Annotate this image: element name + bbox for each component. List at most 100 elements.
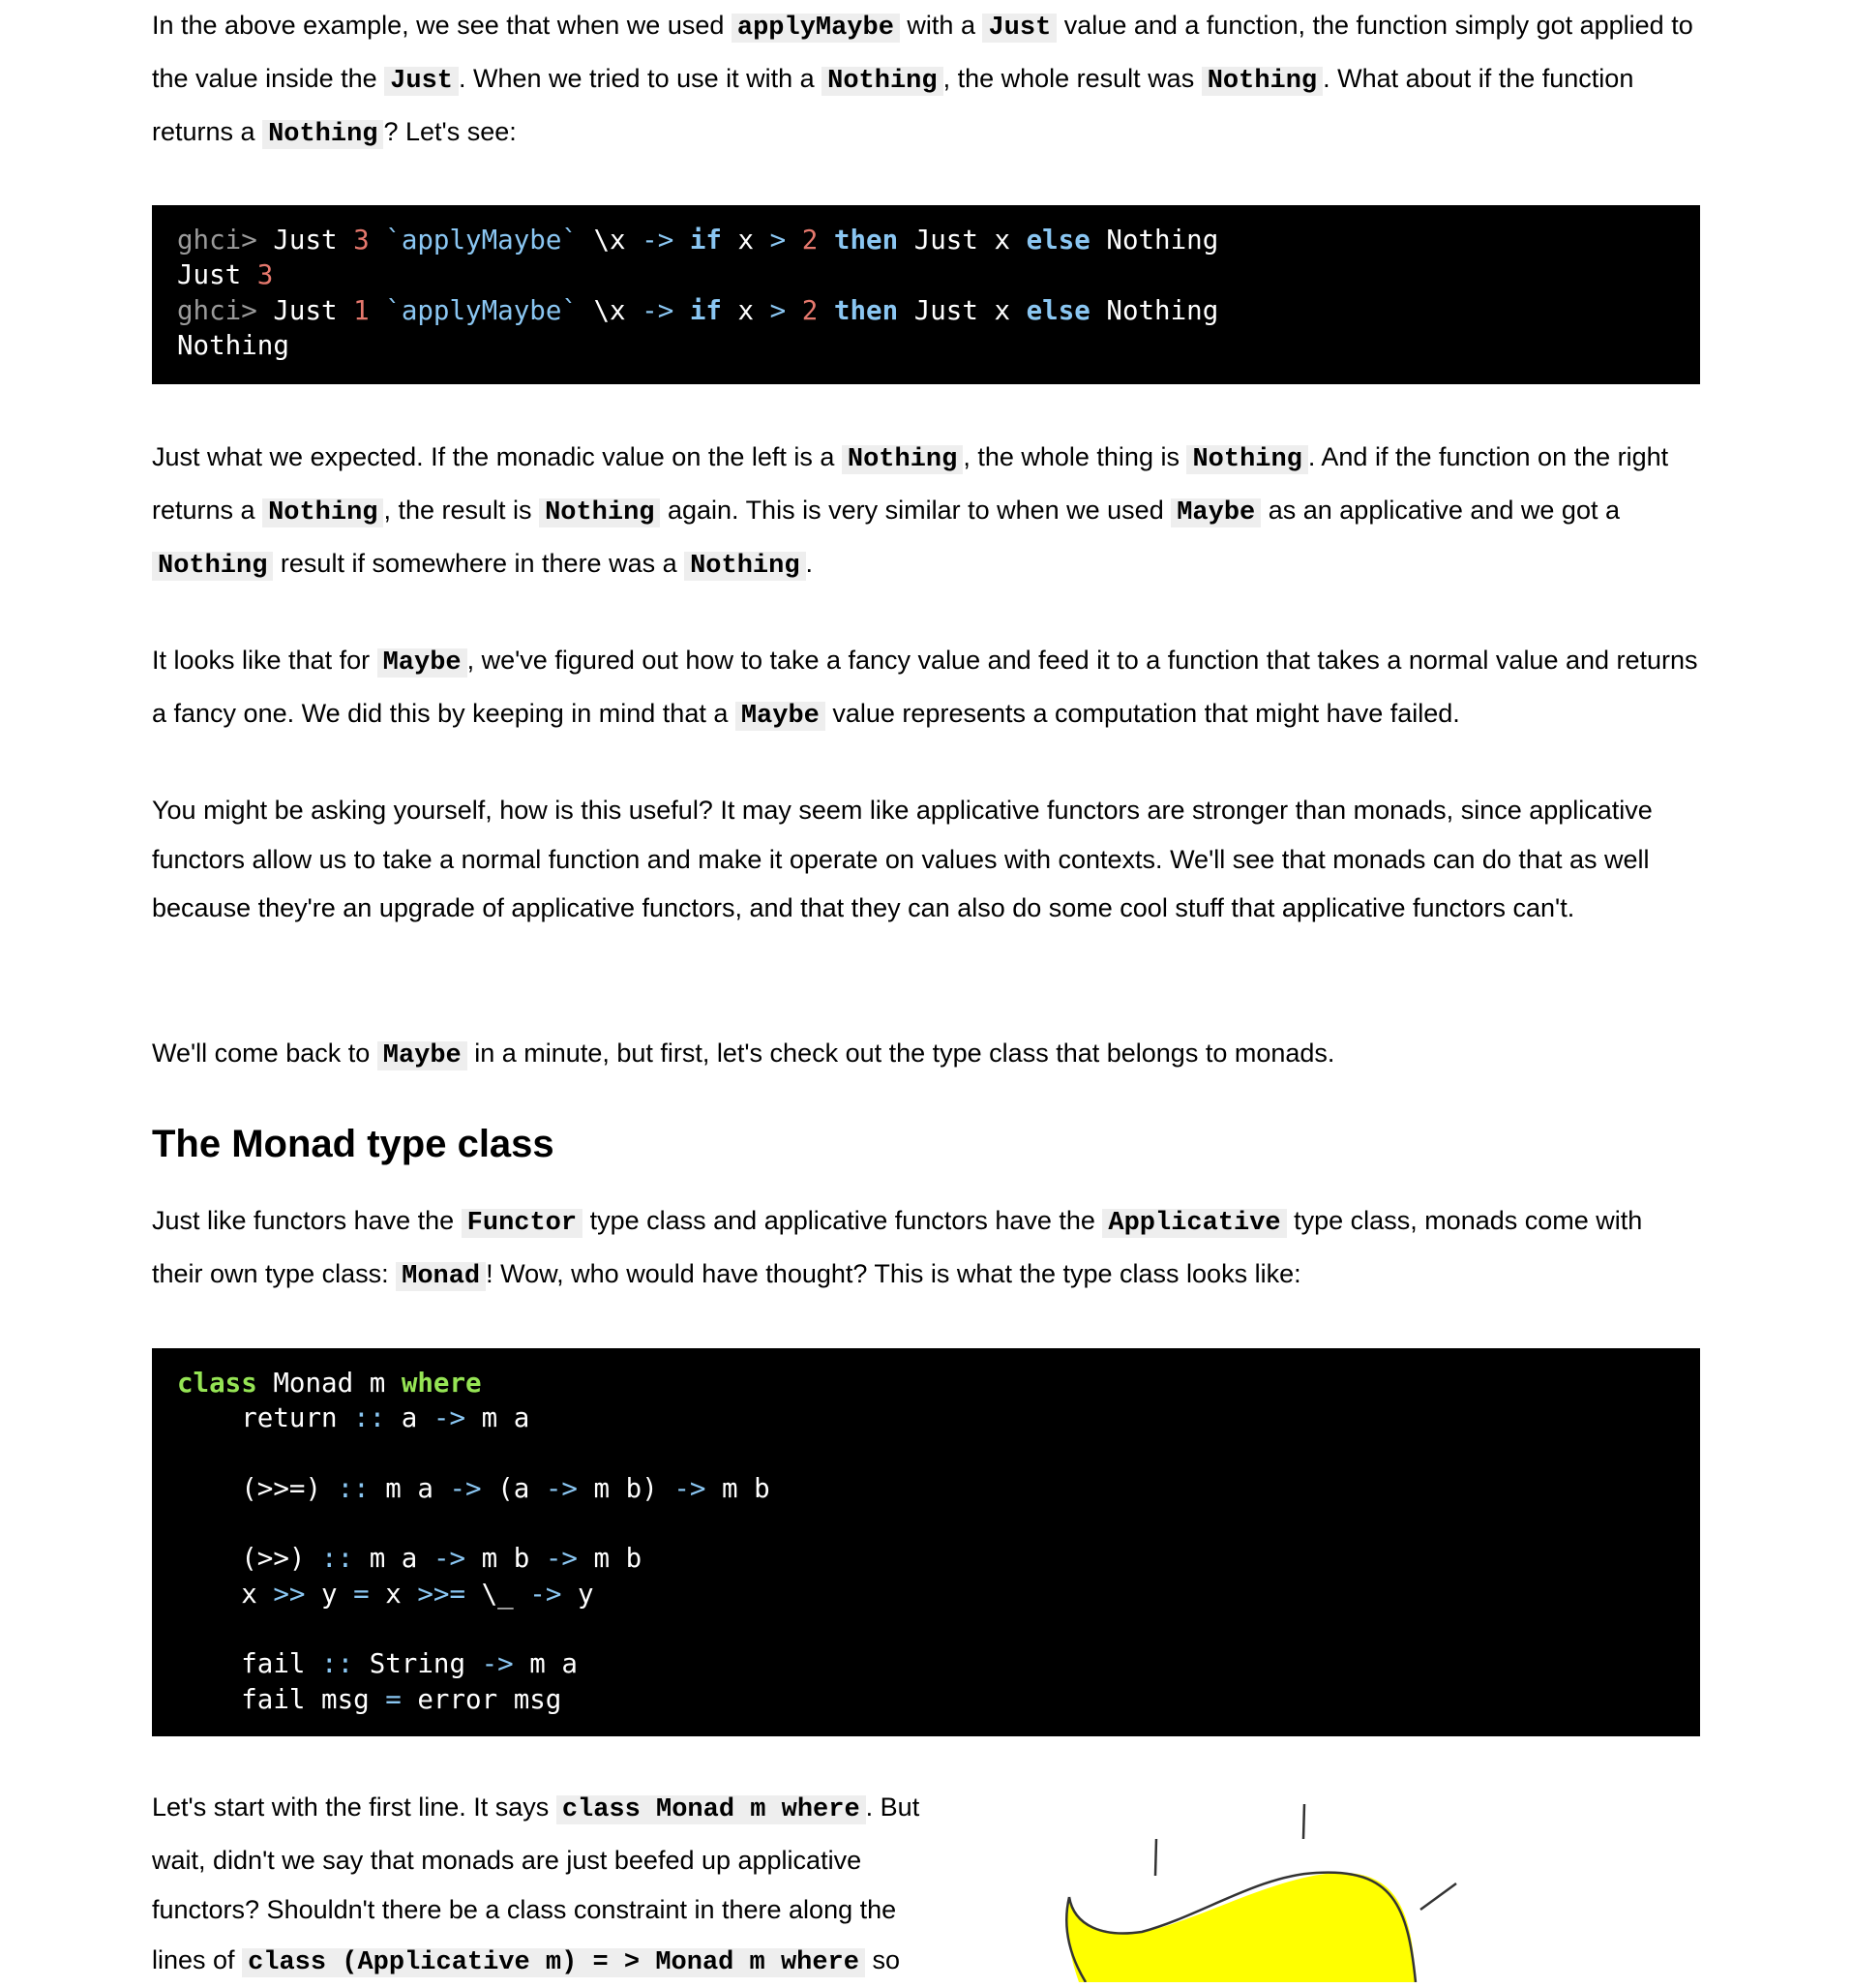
code-token-txt: Nothing bbox=[177, 329, 289, 361]
text-run: , the whole thing is bbox=[963, 442, 1187, 471]
code-token-num: 3 bbox=[256, 259, 274, 291]
code-line: ghci> Just 1 `applyMaybe` \x -> if x > 2… bbox=[177, 293, 1675, 328]
inline-code: applyMaybe bbox=[731, 14, 900, 43]
code-token-prompt: ghci> bbox=[177, 294, 274, 326]
text-run: as an applicative and we got a bbox=[1261, 496, 1620, 525]
code-token-txt: m b bbox=[577, 1543, 642, 1575]
code-token-op: = bbox=[385, 1683, 402, 1715]
text-run: value represents a computation that migh… bbox=[824, 699, 1460, 728]
motion-line bbox=[1419, 1882, 1457, 1912]
code-token-op: >>= bbox=[417, 1578, 466, 1610]
inline-code: Applicative bbox=[1102, 1209, 1287, 1238]
paragraph: In the above example, we see that when w… bbox=[152, 0, 1700, 160]
code-token-txt: \_ bbox=[465, 1578, 530, 1610]
code-line: ghci> Just 3 `applyMaybe` \x -> if x > 2… bbox=[177, 223, 1675, 257]
code-token-kw: then bbox=[833, 225, 899, 256]
text-run: Let's start with the first line. It says bbox=[152, 1792, 556, 1822]
code-token-txt: return bbox=[177, 1402, 354, 1434]
code-token-fn: `applyMaybe` bbox=[369, 294, 594, 326]
code-token-kw: else bbox=[1026, 225, 1090, 256]
code-block-applymaybe: ghci> Just 3 `applyMaybe` \x -> if x > 2… bbox=[152, 205, 1700, 384]
code-line: x >> y = x >>= \_ -> y bbox=[177, 1577, 1675, 1611]
paragraph: Just like functors have the Functor type… bbox=[152, 1195, 1700, 1302]
code-token-op: -> bbox=[481, 1648, 514, 1680]
code-line: Just 3 bbox=[177, 257, 1675, 292]
motion-line bbox=[1153, 1838, 1158, 1877]
paragraph: We'll come back to Maybe in a minute, bu… bbox=[152, 1028, 1700, 1081]
paragraph: You might be asking yourself, how is thi… bbox=[152, 786, 1700, 933]
motion-line bbox=[1301, 1803, 1306, 1840]
code-line: return :: a -> m a bbox=[177, 1401, 1675, 1435]
code-line: fail msg = error msg bbox=[177, 1682, 1675, 1717]
inline-code: Nothing bbox=[1186, 445, 1308, 474]
inline-code: Nothing bbox=[152, 552, 274, 581]
code-token-op: -> bbox=[545, 1543, 578, 1575]
code-token-op: :: bbox=[321, 1543, 354, 1575]
code-token-kw: if bbox=[689, 225, 722, 256]
inline-code: Nothing bbox=[262, 120, 384, 149]
text-run: result if somewhere in there was a bbox=[273, 549, 685, 578]
code-token-op: > bbox=[769, 225, 787, 256]
code-token-txt: (a bbox=[481, 1472, 546, 1504]
code-token-kw: if bbox=[689, 294, 722, 326]
code-token-op: -> bbox=[433, 1543, 466, 1575]
code-token-op: -> bbox=[433, 1402, 466, 1434]
text-run: ? Let's see: bbox=[383, 117, 517, 146]
inline-code: Just bbox=[384, 67, 459, 96]
creature-body bbox=[1067, 1872, 1416, 1982]
inline-code: Maybe bbox=[734, 702, 825, 731]
code-token-txt: m a bbox=[353, 1543, 433, 1575]
code-token-kw2: class bbox=[177, 1368, 257, 1399]
inline-code: class Monad m where bbox=[555, 1795, 866, 1824]
inline-code: Maybe bbox=[1171, 498, 1262, 527]
code-token-txt: Monad m bbox=[256, 1368, 402, 1399]
code-token-txt: x bbox=[721, 294, 770, 326]
code-line: (>>) :: m a -> m b -> m b bbox=[177, 1541, 1675, 1576]
inline-code: class (Applicative m) = > Monad m where bbox=[242, 1947, 865, 1977]
code-token-op: >> bbox=[273, 1578, 306, 1610]
code-token-txt: Just bbox=[177, 259, 257, 291]
code-token-txt: (>>=) bbox=[177, 1472, 338, 1504]
code-token-txt: m a bbox=[369, 1472, 450, 1504]
code-token-txt: String bbox=[353, 1648, 482, 1680]
inline-code: Maybe bbox=[376, 1041, 467, 1070]
code-token-num: 3 bbox=[353, 225, 370, 256]
illustration-yellow-creature bbox=[1065, 1803, 1457, 1982]
inline-code: Nothing bbox=[841, 445, 964, 474]
inline-code: Nothing bbox=[539, 498, 661, 527]
code-token-op: -> bbox=[545, 1472, 578, 1504]
code-token-txt: fail msg bbox=[177, 1683, 386, 1715]
code-block-monad-class: class Monad m where return :: a -> m a (… bbox=[152, 1348, 1700, 1736]
code-token-num: 2 bbox=[801, 225, 819, 256]
text-run: You might be asking yourself, how is thi… bbox=[152, 796, 1653, 922]
code-token-txt: x bbox=[721, 225, 770, 256]
code-line: Nothing bbox=[177, 328, 1675, 363]
text-run: We'll come back to bbox=[152, 1039, 377, 1068]
code-token-op: -> bbox=[529, 1578, 562, 1610]
section-heading: The Monad type class bbox=[152, 1123, 554, 1165]
code-token-txt: \x bbox=[593, 294, 642, 326]
code-token-txt: (>>) bbox=[177, 1543, 322, 1575]
code-token-txt: m b bbox=[465, 1543, 546, 1575]
code-token-txt: Just bbox=[273, 225, 354, 256]
code-token-op: :: bbox=[321, 1648, 354, 1680]
code-token-txt: Just x bbox=[898, 225, 1027, 256]
code-token-txt: Just bbox=[273, 294, 354, 326]
code-token-op: :: bbox=[337, 1472, 370, 1504]
code-token-kw: else bbox=[1026, 294, 1090, 326]
code-token-op: = bbox=[353, 1578, 370, 1610]
paragraph: Let's start with the first line. It says… bbox=[152, 1783, 955, 1988]
code-token-txt: m a bbox=[465, 1402, 530, 1434]
code-line: fail :: String -> m a bbox=[177, 1646, 1675, 1681]
text-run: , the whole result was bbox=[942, 64, 1202, 93]
text-run: with a bbox=[899, 11, 983, 40]
code-token-txt: Nothing bbox=[1090, 294, 1219, 326]
code-token-txt: Nothing bbox=[1090, 225, 1219, 256]
